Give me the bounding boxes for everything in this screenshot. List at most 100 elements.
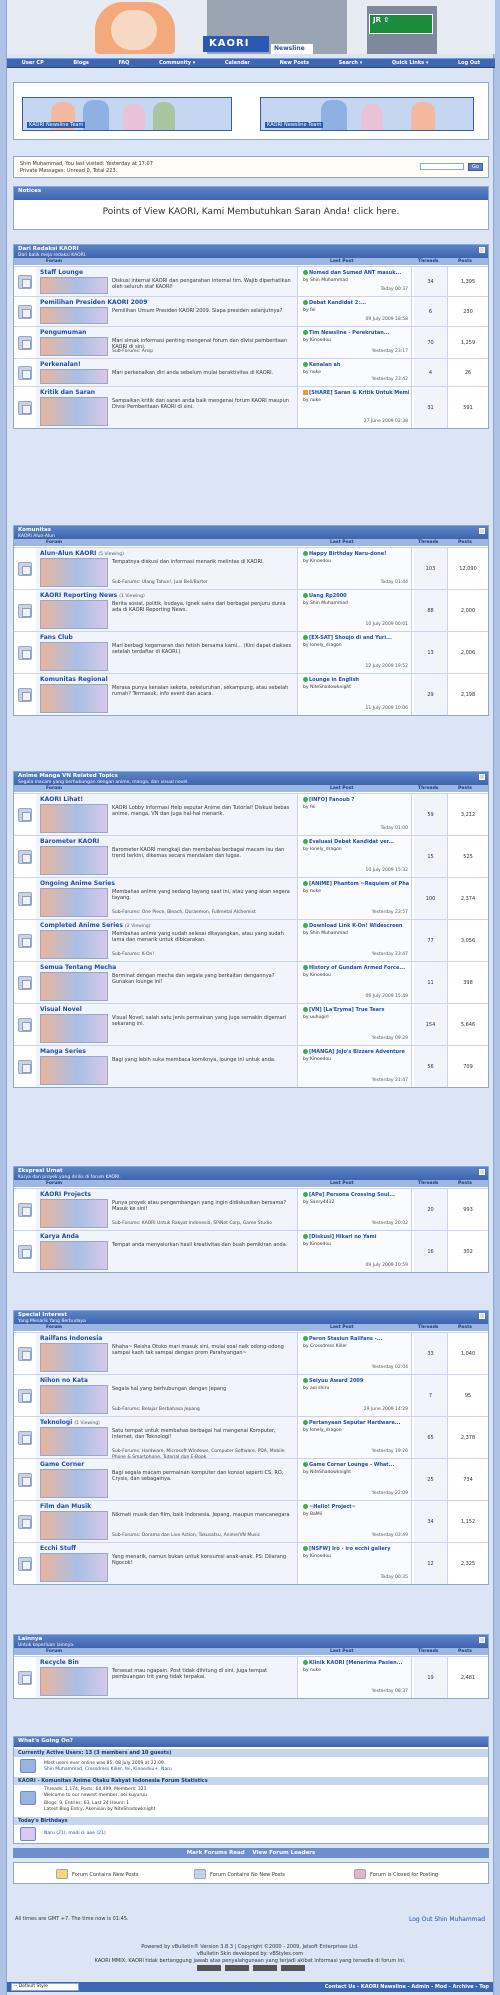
last-post-title-text[interactable]: [MANGA] JoJo's Bizzare Adventure: [309, 1049, 405, 1055]
last-post-title-text[interactable]: Kenalan ah: [309, 362, 340, 368]
last-post-title[interactable]: Kenalan ah: [303, 362, 409, 368]
forum-title[interactable]: Ecchi Stuff: [40, 1545, 76, 1553]
last-post-title[interactable]: [NSFW] Iro - iro ecchi gallery: [303, 1546, 409, 1552]
category-header[interactable]: Lainnya Untuk keperluan lainnya.: [14, 1635, 488, 1648]
category-header[interactable]: Special Interest Yang Menarik Yang Berbud…: [14, 1311, 488, 1324]
last-post-title[interactable]: ~Hello! Project~: [303, 1504, 409, 1510]
forum-name[interactable]: Alun-Alun KAORI: [40, 550, 96, 557]
forum-subforums[interactable]: Sub-Forums: One Piece, Bleach, Doraemon,…: [112, 910, 296, 916]
last-post-title-text[interactable]: [Diskusi] Hikari no Yami: [309, 1234, 376, 1240]
forum-name[interactable]: KAORI Lihat!: [40, 796, 83, 803]
last-post-title-text[interactable]: [VN] [La'Eryma] True Tears: [309, 1007, 384, 1013]
forum-title[interactable]: KAORI Projects: [40, 1191, 91, 1199]
last-post-author[interactable]: by nuke: [303, 889, 321, 895]
last-post-title-text[interactable]: [INFO] Fanoub ?: [309, 797, 354, 803]
last-post-title[interactable]: [INFO] Fanoub ?: [303, 797, 409, 803]
last-post-author[interactable]: by Shin Muhammad: [303, 601, 348, 607]
last-post-author[interactable]: by lonely_dragon: [303, 643, 342, 649]
category-title[interactable]: Komunitas: [18, 527, 484, 534]
last-post-title[interactable]: History of Gundam Armed Force...: [303, 965, 409, 971]
forum-name[interactable]: Railfans Indonesia: [40, 1335, 102, 1342]
forum-title[interactable]: Visual Novel: [40, 1006, 82, 1014]
last-post-title-text[interactable]: Debat Kandidat 2:...: [309, 300, 366, 306]
forum-title[interactable]: Pengumuman: [40, 329, 86, 337]
last-post-author[interactable]: by Kinoedou: [303, 1554, 331, 1560]
mark-forums-read-link[interactable]: Mark Forums Read: [187, 1850, 245, 1856]
forum-title[interactable]: Nihon no Kata: [40, 1377, 88, 1385]
last-post-title-text[interactable]: Klinik KAORI [Menerima Pasien...: [309, 1660, 402, 1666]
last-post-author[interactable]: by nuke: [303, 1668, 321, 1674]
nav-new-posts[interactable]: New Posts: [280, 60, 309, 66]
collapse-icon[interactable]: [479, 1637, 485, 1643]
nav-community[interactable]: Community ▾: [159, 60, 195, 66]
forum-name[interactable]: Nihon no Kata: [40, 1377, 88, 1384]
style-chooser[interactable]: -- Default Style: [11, 1983, 79, 1991]
forum-name[interactable]: Fans Club: [40, 634, 73, 641]
collapse-icon[interactable]: [479, 247, 485, 253]
notices-text[interactable]: Points of View KAORI, Kami Membutuhkan S…: [14, 207, 488, 218]
last-post-author[interactable]: by Crossdress Killer: [303, 1344, 347, 1350]
last-post-author[interactable]: by Kinoedou: [303, 1242, 331, 1248]
active-users-header[interactable]: Currently Active Users: 13 (3 members an…: [14, 1749, 488, 1757]
last-post-title-text[interactable]: Happy Birthday Naru-done!: [309, 551, 386, 557]
category-header[interactable]: Dari Redaksi KAORI Dari balik meja redaks…: [14, 245, 488, 258]
last-post-title[interactable]: [ANIME] Phantom ~Requiem of Phantom~...: [303, 881, 409, 887]
forum-subforums[interactable]: Sub-Forums: K-On!: [112, 952, 296, 958]
nav-calendar[interactable]: Calendar: [225, 60, 250, 66]
nav-quick-links[interactable]: Quick Links ▾: [392, 60, 429, 66]
last-post-title-text[interactable]: Nomed dan Sumed ANT masuk...: [309, 270, 401, 276]
category-header[interactable]: Anime Manga VN Related Topics Segala maca…: [14, 772, 488, 785]
last-post-title[interactable]: Tim Newsline - Perekrutan...: [303, 330, 409, 336]
forum-title[interactable]: Barometer KAORI: [40, 838, 99, 846]
forum-name[interactable]: Pengumuman: [40, 329, 86, 336]
last-post-title-text[interactable]: [ANIME] Phantom ~Requiem of Phantom~...: [309, 881, 409, 887]
forum-name[interactable]: Ecchi Stuff: [40, 1545, 76, 1552]
latest-blog-entry[interactable]: Latest Blog Entry, Akenisan by NiteShado…: [44, 1807, 155, 1813]
forum-title[interactable]: Kritik dan Saran: [40, 389, 95, 397]
last-post-title[interactable]: Pertanyaan Seputar Hardware...: [303, 1420, 409, 1426]
go-button[interactable]: Go: [468, 163, 483, 172]
forum-name[interactable]: Film dan Musik: [40, 1503, 91, 1510]
ad-banner-left[interactable]: KAORI Newsline Team: [22, 97, 232, 131]
forum-subforums[interactable]: Sub-Forums: Dorama dan Live Action, Toku…: [112, 1533, 296, 1539]
forum-name[interactable]: Semua Tentang Mecha: [40, 964, 116, 971]
forum-name[interactable]: Staff Lounge: [40, 269, 83, 276]
collapse-icon[interactable]: [479, 1313, 485, 1319]
last-post-title-text[interactable]: Game Corner Lounge - What...: [309, 1462, 394, 1468]
last-post-author[interactable]: by NiteShadowknight: [303, 1470, 351, 1476]
last-post-author[interactable]: by Shin Muhammad: [303, 931, 348, 937]
forum-name[interactable]: Ongoing Anime Series: [40, 880, 115, 887]
forum-name[interactable]: Visual Novel: [40, 1006, 82, 1013]
newsline-logo[interactable]: Newsline: [271, 44, 313, 54]
category-title[interactable]: Anime Manga VN Related Topics: [18, 773, 484, 780]
forum-subforums[interactable]: Sub-Forums: Ulang Tahun!, Jual Beli/Bart…: [112, 580, 296, 586]
category-title[interactable]: Dari Redaksi KAORI: [18, 246, 484, 253]
category-title[interactable]: Ekspresi Umat: [18, 1168, 484, 1175]
last-post-title[interactable]: [VN] [La'Eryma] True Tears: [303, 1007, 409, 1013]
forum-title[interactable]: Teknologi (1 Viewing): [40, 1419, 100, 1427]
newest-member-text[interactable]: Welcome to our newest member, aoi kuyuru…: [44, 1793, 147, 1799]
last-post-title-text[interactable]: [NSFW] Iro - iro ecchi gallery: [309, 1546, 391, 1552]
forum-title[interactable]: Ongoing Anime Series: [40, 880, 115, 888]
forum-title[interactable]: Recycle Bin: [40, 1659, 79, 1667]
forum-name[interactable]: Barometer KAORI: [40, 838, 99, 845]
forum-title[interactable]: Staff Lounge: [40, 269, 83, 277]
forum-name[interactable]: Karya Anda: [40, 1233, 79, 1240]
private-messages-link[interactable]: Private Messages: Unread 0, Total 223.: [20, 168, 117, 174]
last-post-title-text[interactable]: Peron Stasiun Railfans -...: [309, 1336, 382, 1342]
quick-search-input[interactable]: [420, 163, 464, 170]
nav-search[interactable]: Search ▾: [339, 60, 363, 66]
forum-name[interactable]: KAORI Reporting News: [40, 592, 117, 599]
forum-title[interactable]: Game Corner: [40, 1461, 84, 1469]
last-post-title[interactable]: Seiyuu Award 2009: [303, 1378, 409, 1384]
last-post-author[interactable]: by lonely_dragon: [303, 1428, 342, 1434]
collapse-icon[interactable]: [479, 1169, 485, 1175]
last-post-title-text[interactable]: Seiyuu Award 2009: [309, 1378, 363, 1384]
last-post-title-text[interactable]: Tim Newsline - Perekrutan...: [309, 330, 389, 336]
last-post-title[interactable]: Game Corner Lounge - What...: [303, 1462, 409, 1468]
last-post-author[interactable]: by BaMii: [303, 1512, 322, 1518]
forum-name[interactable]: KAORI Projects: [40, 1191, 91, 1198]
forum-title[interactable]: Perkenalan!: [40, 361, 81, 369]
collapse-icon[interactable]: [479, 774, 485, 780]
last-post-title[interactable]: Happy Birthday Naru-done!: [303, 551, 409, 557]
